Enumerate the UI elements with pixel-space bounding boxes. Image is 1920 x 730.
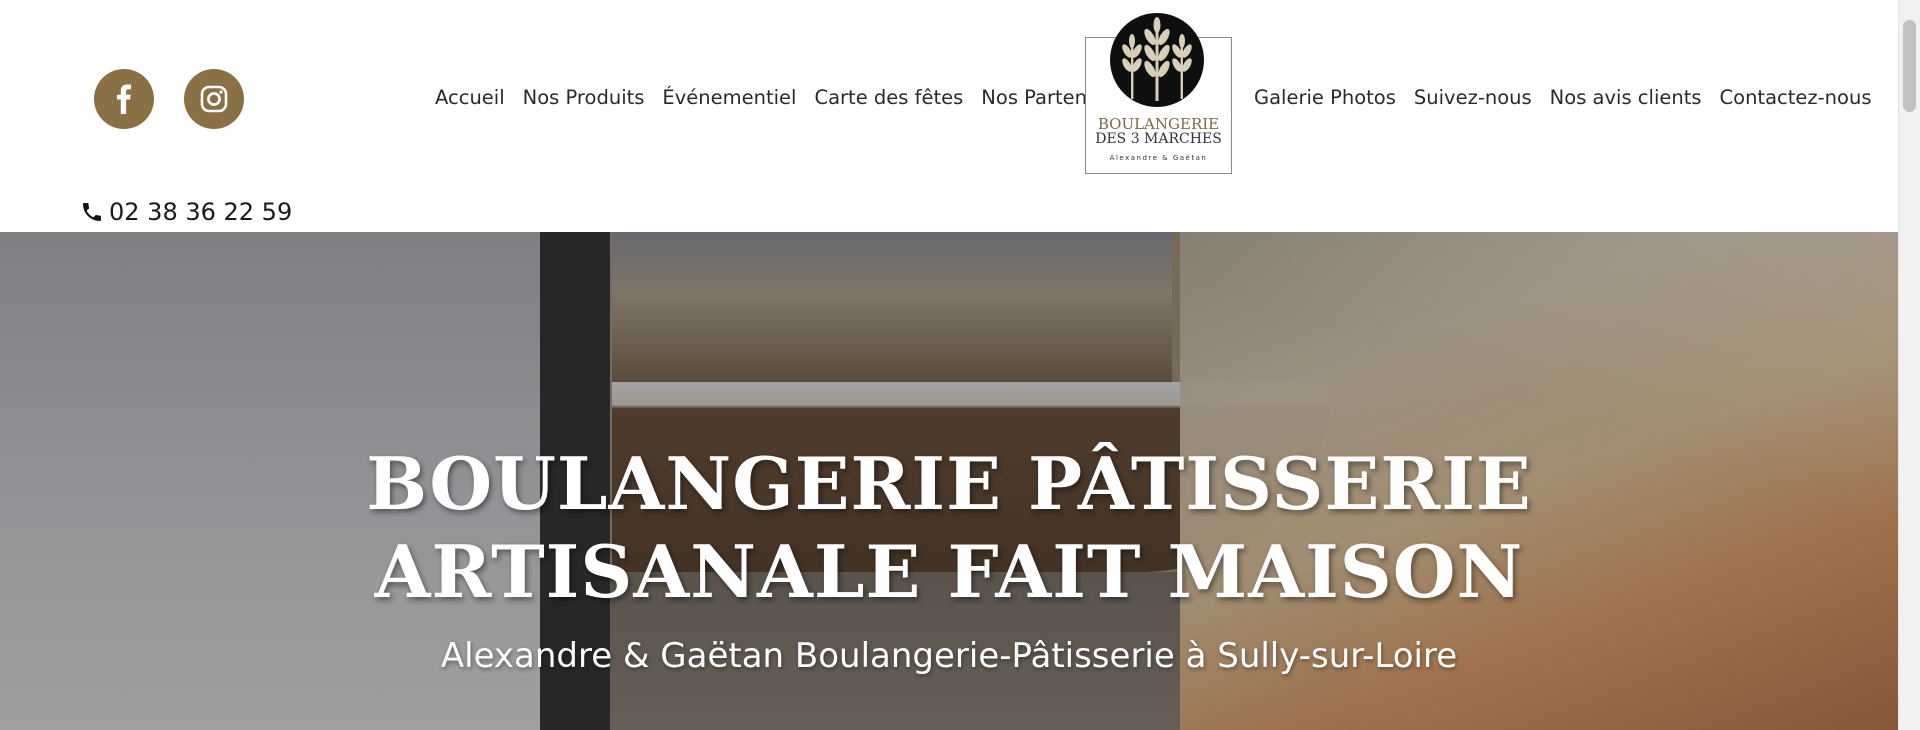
hero-title-line1: BOULANGERIE PÂTISSERIE [366,441,1532,526]
wheat-logo-icon [1110,13,1204,107]
hero-subtitle: Alexandre & Gaëtan Boulangerie-Pâtisseri… [440,636,1458,676]
phone-link[interactable]: 02 38 36 22 59 [80,198,292,226]
logo-text-line1: BOULANGERIE [1097,115,1220,133]
instagram-button[interactable] [184,69,244,129]
hero-title: BOULANGERIE PÂTISSERIE ARTISANALE FAIT M… [0,440,1898,616]
logo-text-line2: DES 3 MARCHES [1095,131,1222,147]
nav-galerie-photos[interactable]: Galerie Photos [1254,86,1396,109]
phone-number: 02 38 36 22 59 [109,198,293,226]
nav-carte-des-fetes[interactable]: Carte des fêtes [814,86,963,109]
nav-evenementiel[interactable]: Événementiel [662,86,796,109]
page-scrollbar[interactable] [1898,0,1920,730]
scrollbar-thumb[interactable] [1903,20,1916,112]
nav-right: Galerie Photos Suivez-nous Nos avis clie… [1254,86,1871,109]
facebook-button[interactable] [94,69,154,129]
nav-left: Accueil Nos Produits Événementiel Carte … [435,86,1134,109]
nav-nos-produits[interactable]: Nos Produits [523,86,645,109]
facebook-icon [117,84,131,114]
nav-suivez-nous[interactable]: Suivez-nous [1414,86,1532,109]
nav-contactez-nous[interactable]: Contactez-nous [1720,86,1872,109]
nav-accueil[interactable]: Accueil [435,86,505,109]
hero-title-line2: ARTISANALE FAIT MAISON [374,529,1524,614]
nav-nos-avis-clients[interactable]: Nos avis clients [1550,86,1702,109]
instagram-icon [200,85,228,113]
hero-banner: BOULANGERIE PÂTISSERIE ARTISANALE FAIT M… [0,232,1898,730]
site-header: Accueil Nos Produits Événementiel Carte … [0,0,1898,232]
logo-tagline: Alexandre & Gaëtan [1109,154,1208,162]
phone-icon [83,203,101,221]
